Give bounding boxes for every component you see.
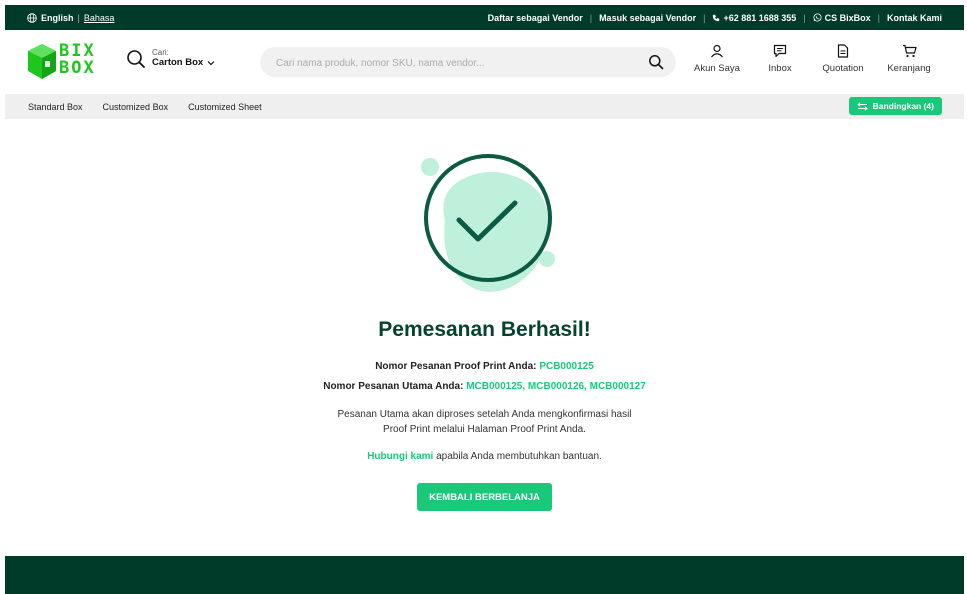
order-success-section: Pemesanan Berhasil! Nomor Pesanan Proof … (5, 119, 964, 556)
divider: | (877, 12, 880, 23)
search-icon (127, 49, 145, 68)
compare-icon (856, 101, 868, 111)
category-bar: Standard Box Customized Box Customized S… (5, 94, 964, 119)
search-input[interactable] (274, 47, 638, 79)
cart-icon (902, 44, 917, 58)
lang-english[interactable]: English (41, 13, 74, 23)
search-submit-icon[interactable] (648, 54, 664, 70)
nav-cart-label: Keranjang (887, 63, 931, 74)
category-list: Standard Box Customized Box Customized S… (28, 94, 262, 119)
top-bar: English | Bahasa Daftar sebagai Vendor |… (5, 5, 964, 30)
chat-icon (773, 44, 787, 58)
nav-account[interactable]: Akun Saya (684, 44, 750, 74)
phone-icon (713, 14, 720, 21)
category-standard-box[interactable]: Standard Box (28, 102, 83, 112)
category-customized-box[interactable]: Customized Box (103, 102, 169, 112)
cari-value: Carton Box (152, 57, 204, 68)
contact-link[interactable]: Kontak Kami (887, 13, 942, 23)
cs-label: CS BixBox (824, 12, 871, 23)
nav-cart[interactable]: Keranjang (876, 44, 942, 74)
message-line-1: Pesanan Utama akan diproses setelah Anda… (337, 409, 632, 420)
divider: | (803, 12, 806, 23)
main-order-label: Nomor Pesanan Utama Anda: (323, 381, 464, 392)
help-message: Hubungi kami apabila Anda membutuhkan ba… (5, 449, 964, 464)
success-title: Pemesanan Berhasil! (378, 318, 591, 341)
bixbox-logo[interactable]: BIX BOX (27, 42, 102, 82)
whatsapp-icon (813, 13, 822, 22)
footer (5, 556, 964, 594)
category-text: Cari: Carton Box (152, 48, 215, 69)
cs-whatsapp-link[interactable]: CS BixBox (813, 13, 871, 23)
proof-order-number: PCB000125 (539, 361, 594, 372)
phone-link[interactable]: +62 881 1688 355 (712, 13, 796, 23)
nav-inbox[interactable]: Inbox (750, 44, 810, 74)
category-customized-sheet[interactable]: Customized Sheet (188, 102, 262, 112)
main-order-line: Nomor Pesanan Utama Anda: MCB000125, MCB… (5, 381, 964, 392)
proof-order-line: Nomor Pesanan Proof Print Anda: PCB00012… (5, 361, 964, 372)
compare-button[interactable]: Bandingkan (4) (848, 97, 942, 115)
main-order-numbers: MCB000125, MCB000126, MCB000127 (466, 381, 646, 392)
divider: | (589, 12, 593, 23)
cari-label: Cari: (152, 48, 169, 57)
user-icon (711, 44, 723, 58)
search-category-selector[interactable]: Cari: Carton Box (126, 48, 215, 69)
lang-bahasa[interactable]: Bahasa (84, 13, 115, 23)
check-circle-icon (421, 154, 555, 292)
globe-icon (27, 12, 37, 23)
processing-message: Pesanan Utama akan diproses setelah Anda… (5, 407, 964, 437)
logo-box-icon (28, 44, 56, 79)
page: English | Bahasa Daftar sebagai Vendor |… (5, 5, 964, 594)
message-line-2: Proof Print melalui Halaman Proof Print … (383, 424, 586, 435)
language-switcher: English | Bahasa (27, 5, 114, 30)
top-links: Daftar sebagai Vendor | Masuk sebagai Ve… (488, 5, 942, 30)
nav-account-label: Akun Saya (694, 63, 740, 74)
search-bar (260, 47, 676, 79)
cari-value-row: Carton Box (152, 57, 215, 69)
header-nav: Akun Saya Inbox Quotation Keranjang (684, 44, 942, 74)
proof-order-label: Nomor Pesanan Proof Print Anda: (375, 361, 537, 372)
lang-divider: | (77, 12, 80, 23)
continue-shopping-button[interactable]: KEMBALI BERBELANJA (417, 483, 552, 511)
login-vendor-link[interactable]: Masuk sebagai Vendor (599, 13, 696, 23)
phone-number: +62 881 1688 355 (723, 12, 797, 23)
help-message-rest: apabila Anda membutuhkan bantuan. (433, 451, 602, 462)
contact-us-link[interactable]: Hubungi kami (367, 451, 433, 462)
nav-inbox-label: Inbox (768, 63, 792, 74)
header: BIX BOX Cari: Carton Box Cari nama produ… (5, 30, 964, 94)
compare-label: Bandingkan (4) (872, 101, 934, 111)
nav-quotation-label: Quotation (822, 63, 864, 74)
logo-line2: BOX (59, 58, 96, 78)
logo-wordmark: BIX BOX (59, 43, 96, 77)
register-vendor-link[interactable]: Daftar sebagai Vendor (488, 13, 583, 23)
chevron-down-icon (207, 61, 215, 66)
divider: | (703, 12, 706, 23)
nav-quotation[interactable]: Quotation (810, 44, 876, 74)
document-icon (837, 44, 849, 58)
